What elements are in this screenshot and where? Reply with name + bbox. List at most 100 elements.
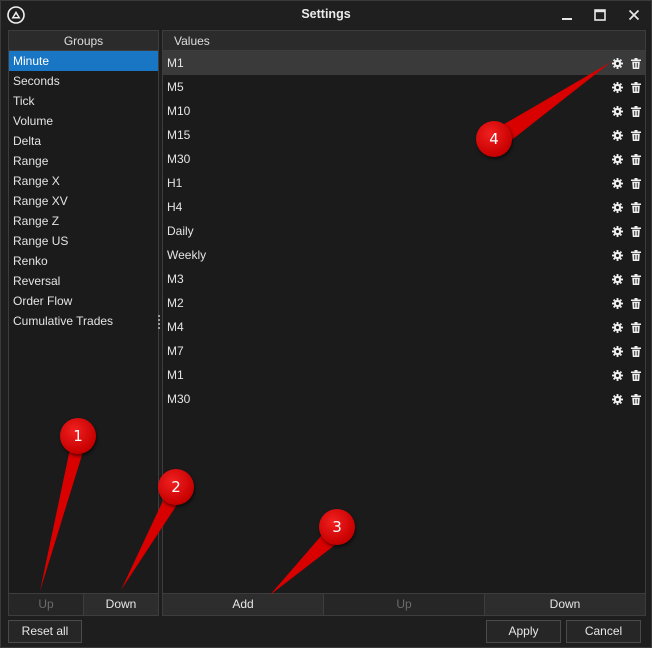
trash-icon [631, 393, 641, 405]
delete-button[interactable] [631, 129, 641, 141]
value-label: M2 [167, 296, 184, 310]
settings-button[interactable] [612, 105, 623, 117]
delete-button[interactable] [631, 81, 641, 93]
minimize-button[interactable] [556, 5, 578, 25]
value-row[interactable]: M1 [163, 51, 645, 75]
delete-button[interactable] [631, 105, 641, 117]
settings-button[interactable] [612, 321, 623, 333]
delete-button[interactable] [631, 297, 641, 309]
values-button-bar: Add Up Down [163, 593, 645, 615]
settings-window: Settings Groups Minute Seconds Tick Volume D… [0, 0, 652, 648]
group-item[interactable]: Range XV [9, 191, 158, 211]
title-bar: Settings [1, 1, 651, 29]
value-row[interactable]: H1 [163, 171, 645, 195]
gear-icon [612, 129, 623, 141]
settings-button[interactable] [612, 177, 623, 189]
value-row[interactable]: M1 [163, 363, 645, 387]
value-row[interactable]: M10 [163, 99, 645, 123]
apply-button[interactable]: Apply [486, 620, 561, 643]
settings-button[interactable] [612, 129, 623, 141]
group-item[interactable]: Volume [9, 111, 158, 131]
settings-button[interactable] [612, 57, 623, 69]
maximize-button[interactable] [589, 5, 611, 25]
value-label: M15 [167, 128, 191, 142]
value-row-actions [612, 171, 641, 195]
value-row[interactable]: M5 [163, 75, 645, 99]
settings-button[interactable] [612, 153, 623, 165]
groups-button-bar: Up Down [9, 593, 158, 615]
group-item[interactable]: Range US [9, 231, 158, 251]
value-label: M4 [167, 320, 184, 334]
value-row[interactable]: Weekly [163, 243, 645, 267]
delete-button[interactable] [631, 369, 641, 381]
value-row-actions [612, 195, 641, 219]
delete-button[interactable] [631, 321, 641, 333]
trash-icon [631, 321, 641, 333]
values-up-button[interactable]: Up [324, 594, 485, 615]
window-title: Settings [301, 7, 351, 21]
settings-button[interactable] [612, 393, 623, 405]
values-down-button[interactable]: Down [485, 594, 645, 615]
group-item[interactable]: Range [9, 151, 158, 171]
splitter-grip[interactable] [158, 315, 161, 329]
value-label: M10 [167, 104, 191, 118]
delete-button[interactable] [631, 201, 641, 213]
group-item[interactable]: Seconds [9, 71, 158, 91]
value-row[interactable]: M3 [163, 267, 645, 291]
settings-button[interactable] [612, 369, 623, 381]
delete-button[interactable] [631, 249, 641, 261]
value-row[interactable]: M30 [163, 147, 645, 171]
delete-button[interactable] [631, 225, 641, 237]
value-row-actions [612, 267, 641, 291]
value-label: M7 [167, 344, 184, 358]
groups-list: Minute Seconds Tick Volume Delta Range Range X… [9, 51, 158, 331]
gear-icon [612, 249, 623, 261]
settings-button[interactable] [612, 201, 623, 213]
delete-button[interactable] [631, 57, 641, 69]
value-label: M3 [167, 272, 184, 286]
delete-button[interactable] [631, 153, 641, 165]
group-item[interactable]: Cumulative Trades [9, 311, 158, 331]
group-item[interactable]: Reversal [9, 271, 158, 291]
group-item[interactable]: Range X [9, 171, 158, 191]
value-row[interactable]: H4 [163, 195, 645, 219]
value-row-actions [612, 75, 641, 99]
settings-button[interactable] [612, 273, 623, 285]
value-row[interactable]: Daily [163, 219, 645, 243]
value-row-actions [612, 219, 641, 243]
group-item[interactable]: Renko [9, 251, 158, 271]
trash-icon [631, 177, 641, 189]
group-item[interactable]: Order Flow [9, 291, 158, 311]
cancel-button[interactable]: Cancel [566, 620, 641, 643]
value-label: H1 [167, 176, 183, 190]
value-row[interactable]: M2 [163, 291, 645, 315]
settings-button[interactable] [612, 297, 623, 309]
close-button[interactable] [623, 5, 645, 25]
value-row[interactable]: M4 [163, 315, 645, 339]
value-row-actions [612, 339, 641, 363]
settings-button[interactable] [612, 81, 623, 93]
gear-icon [612, 225, 623, 237]
groups-panel: Groups Minute Seconds Tick Volume Delta Range… [8, 30, 159, 616]
reset-all-button[interactable]: Reset all [8, 620, 82, 643]
delete-button[interactable] [631, 345, 641, 357]
delete-button[interactable] [631, 177, 641, 189]
add-value-button[interactable]: Add [163, 594, 324, 615]
delete-button[interactable] [631, 273, 641, 285]
delete-button[interactable] [631, 393, 641, 405]
group-item[interactable]: Minute [9, 51, 158, 71]
value-row[interactable]: M30 [163, 387, 645, 411]
value-row[interactable]: M7 [163, 339, 645, 363]
value-label: Weekly [167, 248, 207, 262]
value-row[interactable]: M15 [163, 123, 645, 147]
groups-down-button[interactable]: Down [84, 594, 158, 615]
settings-button[interactable] [612, 345, 623, 357]
trash-icon [631, 249, 641, 261]
value-row-actions [612, 123, 641, 147]
settings-button[interactable] [612, 225, 623, 237]
groups-up-button[interactable]: Up [9, 594, 84, 615]
settings-button[interactable] [612, 249, 623, 261]
group-item[interactable]: Tick [9, 91, 158, 111]
group-item[interactable]: Delta [9, 131, 158, 151]
group-item[interactable]: Range Z [9, 211, 158, 231]
